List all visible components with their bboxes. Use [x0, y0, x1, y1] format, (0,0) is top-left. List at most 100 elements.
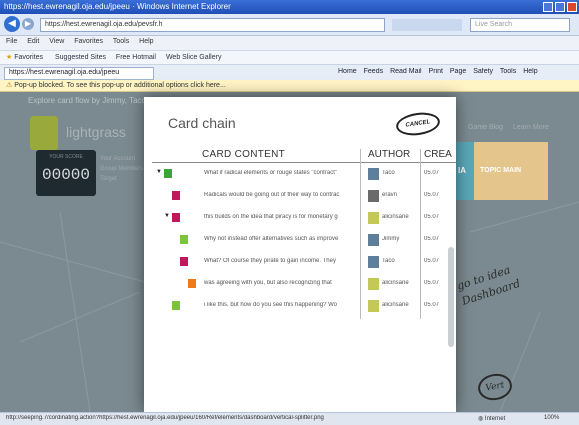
- cmd-feeds[interactable]: Feeds: [364, 68, 383, 75]
- side-link-group[interactable]: Group Members: [100, 164, 144, 174]
- cmd-print[interactable]: Print: [429, 68, 443, 75]
- modal-title: Card chain: [168, 115, 236, 131]
- search-box[interactable]: Live Search: [470, 18, 570, 32]
- card-color-marker: [180, 257, 188, 266]
- score-value: 00000: [41, 166, 90, 184]
- browser-tab-title: https://hest.ewrenagil.oja.edu/jpeeu: [9, 69, 120, 76]
- column-header-content: CARD CONTENT: [202, 149, 286, 160]
- card-color-marker: [164, 169, 172, 178]
- address-bar-actions[interactable]: [392, 19, 462, 31]
- expand-toggle-icon[interactable]: ▼: [156, 169, 162, 175]
- app-logo-icon: [30, 116, 58, 150]
- fav-link-hotmail[interactable]: Free Hotmail: [116, 54, 156, 61]
- avatar: [368, 212, 379, 224]
- popup-infobar[interactable]: ⚠ Pop-up blocked. To see this pop-up or …: [0, 80, 579, 92]
- browser-tab[interactable]: https://hest.ewrenagil.oja.edu/jpeeu: [4, 67, 154, 80]
- table-row[interactable]: was agreeing with you, but also recogniz…: [144, 275, 456, 297]
- card-color-marker: [180, 235, 188, 244]
- table-row[interactable]: Radicals would be going out of their way…: [144, 187, 456, 209]
- side-link-account[interactable]: Your Account: [100, 154, 144, 164]
- navigation-bar: ◀ ▶ https://hest.ewrenagil.oja.edu/pevsf…: [0, 14, 579, 36]
- table-header: CARD CONTENT AUTHOR CREA: [152, 149, 456, 163]
- cmd-tools[interactable]: Tools: [500, 68, 516, 75]
- table-row[interactable]: ▼ this builds on the idea that piracy is…: [144, 209, 456, 231]
- card-content: Why not instead offer alternatives such …: [204, 236, 339, 242]
- cmd-home[interactable]: Home: [338, 68, 357, 75]
- card-author: Jimmy: [382, 236, 400, 242]
- modal-scrollbar[interactable]: [448, 247, 454, 347]
- avatar: [368, 278, 379, 290]
- right-link-blog[interactable]: Game Blog: [468, 124, 503, 131]
- favorites-bar: ★ Favorites Suggested Sites Free Hotmail…: [0, 50, 579, 64]
- card-author: alicinsane: [382, 280, 409, 286]
- table-row[interactable]: ▼ What if radical elements or rouge stat…: [144, 165, 456, 187]
- minimize-button[interactable]: [543, 2, 553, 12]
- command-bar: Home Feeds Read Mail Print Page Safety T…: [338, 68, 578, 80]
- window-titlebar: https://hest.ewrenagil.oja.edu/jpeeu · W…: [0, 0, 579, 14]
- menu-view[interactable]: View: [49, 38, 64, 45]
- menu-tools[interactable]: Tools: [113, 38, 129, 45]
- fav-link-webslice[interactable]: Web Slice Gallery: [166, 54, 222, 61]
- window-controls: [543, 2, 577, 12]
- card-color-marker: [172, 213, 180, 222]
- table-row[interactable]: What? Of course they pirate to gain inco…: [144, 253, 456, 275]
- right-links: Game Blog Learn More: [468, 124, 578, 131]
- menu-favorites[interactable]: Favorites: [74, 38, 103, 45]
- menu-edit[interactable]: Edit: [27, 38, 39, 45]
- fav-link-suggested[interactable]: Suggested Sites: [55, 54, 106, 61]
- back-button[interactable]: ◀: [4, 16, 20, 32]
- right-tab-ia[interactable]: IA: [456, 142, 474, 200]
- column-header-author: AUTHOR: [368, 149, 411, 160]
- cmd-page[interactable]: Page: [450, 68, 466, 75]
- search-placeholder: Live Search: [475, 21, 512, 28]
- card-created: 05.07: [424, 192, 440, 198]
- infobar-text: Pop-up blocked. To see this pop-up or ad…: [14, 82, 226, 89]
- menu-help[interactable]: Help: [139, 38, 153, 45]
- cmd-read-mail[interactable]: Read Mail: [390, 68, 422, 75]
- card-color-marker: [172, 191, 180, 200]
- address-bar[interactable]: https://hest.ewrenagil.oja.edu/pevsfr.h: [40, 18, 385, 32]
- menu-file[interactable]: File: [6, 38, 17, 45]
- card-content: What if radical elements or rouge states…: [204, 170, 337, 176]
- card-content: i like this, but how do you see this hap…: [204, 302, 337, 308]
- avatar: [368, 234, 379, 246]
- cmd-safety[interactable]: Safety: [473, 68, 493, 75]
- close-window-button[interactable]: [567, 2, 577, 12]
- cmd-help[interactable]: Help: [523, 68, 537, 75]
- menu-bar: File Edit View Favorites Tools Help: [0, 36, 579, 50]
- card-author: eravn: [382, 192, 398, 198]
- card-created: 05.07: [424, 258, 440, 264]
- modal-close-logo[interactable]: CANCEL: [394, 110, 442, 138]
- forward-button[interactable]: ▶: [22, 18, 34, 30]
- card-chain-modal: Card chain CANCEL CARD CONTENT AUTHOR CR…: [144, 97, 456, 412]
- score-panel: YOUR SCORE 00000: [36, 150, 96, 196]
- column-header-created: CREA: [424, 149, 452, 160]
- favorites-star-icon: ★: [6, 54, 13, 61]
- maximize-button[interactable]: [555, 2, 565, 12]
- expand-toggle-icon[interactable]: ▼: [164, 213, 170, 219]
- card-created: 05.07: [424, 302, 440, 308]
- favorites-button[interactable]: Favorites: [14, 54, 43, 61]
- card-author: Taco: [382, 258, 395, 264]
- app-name: lightgrass: [66, 124, 126, 140]
- address-text: https://hest.ewrenagil.oja.edu/pevsfr.h: [45, 21, 163, 28]
- app-subtitle: Explore card flow by Jimmy, Taco and: [28, 96, 144, 105]
- zoom-level[interactable]: 100%: [544, 415, 574, 421]
- right-tab-topic[interactable]: TOPIC MAIN: [474, 142, 548, 200]
- globe-icon: ◍: [478, 416, 484, 422]
- side-link-target[interactable]: Target: [100, 174, 144, 184]
- card-created: 05.07: [424, 214, 440, 220]
- table-row[interactable]: i like this, but how do you see this hap…: [144, 297, 456, 319]
- table-row[interactable]: Why not instead offer alternatives such …: [144, 231, 456, 253]
- status-bar: http://seeping.7/cordinating.action?http…: [0, 412, 579, 425]
- right-link-learn[interactable]: Learn More: [513, 124, 549, 131]
- window-title: https://hest.ewrenagil.oja.edu/jpeeu · W…: [4, 2, 231, 11]
- card-content: this builds on the idea that piracy is f…: [204, 214, 338, 220]
- card-color-marker: [172, 301, 180, 310]
- card-created: 05.07: [424, 170, 440, 176]
- card-content: Radicals would be going out of their way…: [204, 192, 340, 198]
- status-zone: ◍ Internet: [478, 416, 506, 422]
- card-content: What? Of course they pirate to gain inco…: [204, 258, 336, 264]
- card-author: alicinsane: [382, 302, 409, 308]
- score-label: YOUR SCORE: [49, 154, 83, 160]
